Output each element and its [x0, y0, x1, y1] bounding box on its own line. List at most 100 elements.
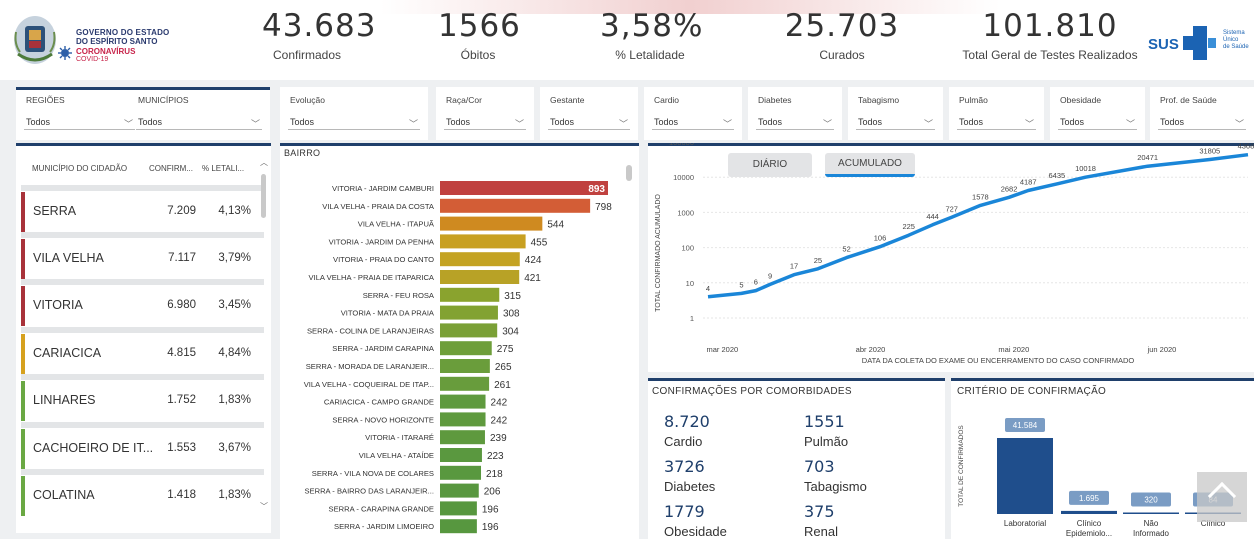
- filter-label: MUNICÍPIOS: [138, 95, 189, 105]
- kpi-confirmados: 43.683 Confirmados: [262, 8, 377, 62]
- data-label: 1578: [972, 192, 989, 201]
- bairro-bar[interactable]: [440, 483, 479, 498]
- bairro-category-label: VILA VELHA - PRAIA DE ITAPARICA: [309, 273, 435, 282]
- municipios-table: MUNICÍPIO DO CIDADÃO CONFIRM... % LETALI…: [16, 143, 271, 533]
- diabetes-label: Diabetes: [664, 479, 716, 494]
- logo-line-2: DO ESPÍRITO SANTO: [76, 37, 158, 46]
- x-tick-label: mai 2020: [998, 345, 1029, 354]
- filter-dropdown[interactable]: Todos ﹀: [288, 114, 420, 130]
- kpi-value: 25.703: [784, 8, 900, 44]
- criterio-bar[interactable]: [1123, 512, 1179, 515]
- table-row[interactable]: CACHOEIRO DE IT... 1.553 3,67%: [21, 429, 264, 469]
- y-tick-label: 100: [681, 244, 694, 253]
- kpi-value: 43.683: [262, 8, 377, 44]
- kpi-label: Óbitos: [460, 48, 496, 62]
- bairro-bar[interactable]: [440, 448, 482, 462]
- criterio-bar[interactable]: [1061, 510, 1117, 514]
- table-row[interactable]: LINHARES 1.752 1,83%: [21, 381, 264, 421]
- diabetes-value: 3726: [664, 457, 705, 476]
- bairro-bar[interactable]: [440, 394, 486, 409]
- kpi-label: Curados: [819, 48, 865, 62]
- logo-line-1: GOVERNO DO ESTADO: [76, 28, 170, 37]
- bairro-bar[interactable]: [440, 323, 498, 338]
- scroll-up-icon[interactable]: ︿: [260, 157, 268, 168]
- criterio-panel: CRITÉRIO DE CONFIRMAÇÃO TOTAL DE CONFIRM…: [951, 378, 1254, 539]
- municipio-letalidade: 1,83%: [218, 489, 251, 501]
- municipio-name: CARIACICA: [33, 346, 102, 360]
- bairro-bar[interactable]: [440, 305, 498, 320]
- data-label: 106: [874, 234, 887, 243]
- municipio-letalidade: 4,13%: [218, 205, 251, 217]
- bairro-bar-chart: VITORIA - JARDIM CAMBURI 893 VILA VELHA - …: [304, 181, 612, 534]
- panel-accent-line: [16, 87, 270, 90]
- municipio-name: LINHARES: [33, 393, 96, 407]
- data-label: 5: [739, 280, 743, 289]
- filter-dropdown[interactable]: Todos ﹀: [444, 114, 526, 130]
- bairro-bar[interactable]: [440, 359, 490, 373]
- criterio-bar[interactable]: [997, 438, 1053, 514]
- comorbidades-title: CONFIRMAÇÕES POR COMORBIDADES: [652, 386, 852, 397]
- chevron-down-icon: ﹀: [514, 119, 524, 129]
- bairro-bar[interactable]: [440, 287, 500, 302]
- data-label: 225: [902, 222, 915, 231]
- chevron-down-icon: ﹀: [1125, 119, 1135, 129]
- filter-dropdown[interactable]: Todos ﹀: [756, 114, 834, 130]
- tab-acumulado[interactable]: ACUMULADO: [825, 153, 915, 177]
- bairro-bar[interactable]: [440, 216, 543, 231]
- filter-dropdown[interactable]: Todos ﹀: [548, 114, 630, 130]
- bairro-bar[interactable]: [440, 198, 591, 213]
- filter-dropdown[interactable]: Todos ﹀: [957, 114, 1036, 130]
- municipio-confirmados: 1.553: [167, 442, 196, 454]
- col-header-letalidade[interactable]: % LETALI...: [202, 164, 244, 173]
- filter-dropdown[interactable]: Todos ﹀: [1158, 114, 1246, 130]
- bairro-bar[interactable]: [440, 519, 477, 534]
- bairro-value-label: 455: [531, 237, 548, 248]
- bairro-bar[interactable]: [440, 270, 520, 284]
- col-header-confirmados[interactable]: CONFIRM...: [149, 164, 193, 173]
- criterio-value-label: 1.695: [1079, 494, 1100, 503]
- filter-prof-de-saúde: Prof. de Saúde Todos ﹀: [1150, 87, 1254, 140]
- bairro-value-label: 544: [547, 220, 564, 231]
- table-row[interactable]: COLATINA 1.418 1,83%: [21, 476, 264, 516]
- filter-regioes-dropdown[interactable]: Todos ﹀: [24, 114, 135, 130]
- kpi-obitos: 1566 Óbitos: [438, 8, 520, 62]
- filter-gestante: Gestante Todos ﹀: [540, 87, 638, 140]
- table-row[interactable]: VITORIA 6.980 3,45%: [21, 286, 264, 326]
- filter-label: Evolução: [290, 95, 325, 105]
- bairro-bar[interactable]: [440, 376, 490, 391]
- bairro-bar[interactable]: [440, 252, 520, 267]
- bairro-bar[interactable]: [440, 341, 492, 356]
- bairro-scrollbar-thumb[interactable]: [626, 165, 632, 181]
- bairro-category-label: SERRA - JARDIM LIMOEIRO: [334, 522, 434, 531]
- filter-label: Diabetes: [758, 95, 792, 105]
- table-row[interactable]: CARIACICA 4.815 4,84%: [21, 334, 264, 374]
- dropdown-value: Todos: [550, 117, 575, 127]
- filter-municipios-dropdown[interactable]: Todos ﹀: [136, 114, 262, 130]
- scroll-to-top-button[interactable]: [1197, 472, 1247, 522]
- sus-logo-sub-3: de Saúde: [1223, 44, 1249, 50]
- bairro-bar[interactable]: [440, 501, 477, 516]
- x-tick-label: jun 2020: [1147, 345, 1177, 354]
- bairro-bar[interactable]: [440, 465, 482, 480]
- scrollbar-thumb[interactable]: [261, 174, 266, 218]
- scroll-down-icon[interactable]: ﹀: [260, 501, 268, 512]
- table-row[interactable]: VILA VELHA 7.117 3,79%: [21, 239, 264, 279]
- pulmao-label: Pulmão: [804, 434, 849, 449]
- data-label: 4: [706, 284, 710, 293]
- bairro-bar[interactable]: [440, 412, 486, 427]
- col-header-municipio[interactable]: MUNICÍPIO DO CIDADÃO: [32, 164, 127, 173]
- bairro-bar[interactable]: [440, 430, 485, 445]
- row-color-indicator: [21, 239, 25, 279]
- filter-dropdown[interactable]: Todos ﹀: [652, 114, 734, 130]
- filter-dropdown[interactable]: Todos ﹀: [856, 114, 935, 130]
- row-separator: [21, 185, 264, 191]
- dropdown-value: Todos: [959, 117, 984, 127]
- filter-dropdown[interactable]: Todos ﹀: [1058, 114, 1137, 130]
- data-label: 31805: [1199, 147, 1220, 156]
- table-scrollbar[interactable]: ︿ ﹀: [259, 157, 269, 531]
- bairro-value-label: 196: [482, 522, 499, 533]
- tab-diario[interactable]: DIÁRIO: [728, 153, 812, 177]
- table-row[interactable]: SERRA 7.209 4,13%: [21, 192, 264, 232]
- bairro-bar[interactable]: [440, 181, 608, 195]
- bairro-bar[interactable]: [440, 234, 526, 249]
